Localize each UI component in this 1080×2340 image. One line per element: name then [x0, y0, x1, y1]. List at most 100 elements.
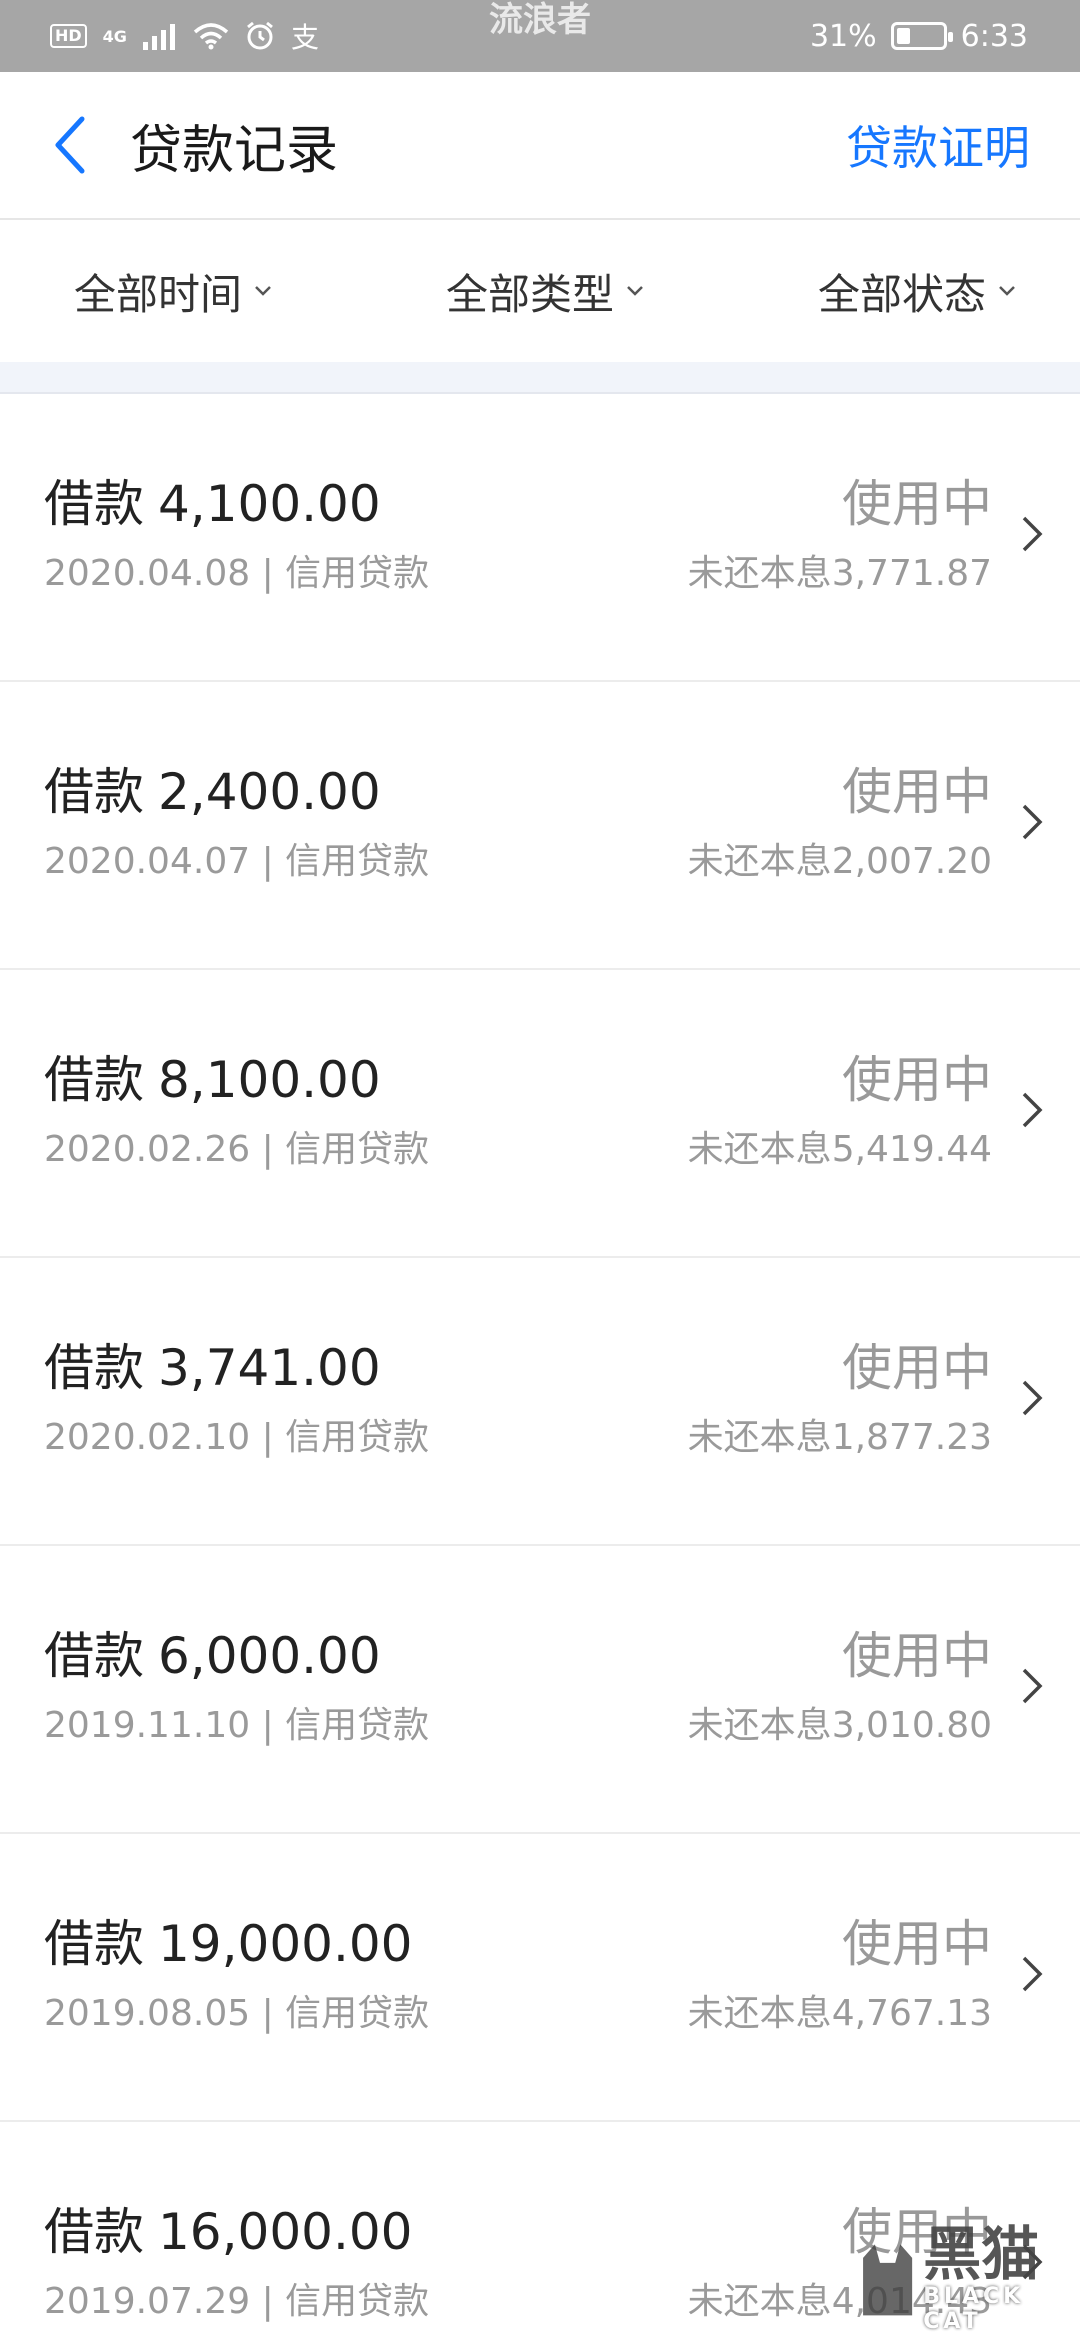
loan-meta: 2020.04.07 | 信用贷款: [44, 832, 429, 884]
chevron-right-icon: [1022, 1668, 1043, 1704]
loan-certificate-link[interactable]: 贷款证明: [846, 112, 1030, 178]
loan-remaining: 未还本息3,771.87: [688, 544, 992, 596]
chevron-right-icon: [1022, 1092, 1043, 1128]
loan-prefix: 借款: [44, 1915, 144, 1973]
battery-level: [896, 28, 911, 44]
signal-icon: [142, 24, 175, 50]
loan-title: 借款 2,400.00: [44, 752, 381, 824]
loan-amount: 16,000.00: [158, 2203, 413, 2261]
alipay-icon: 支: [290, 21, 319, 54]
loan-date: 2019.11.10: [44, 1705, 251, 1746]
loan-amount: 19,000.00: [158, 1915, 413, 1973]
loan-date: 2020.02.26: [44, 1129, 251, 1170]
loan-separator: |: [261, 2281, 274, 2322]
loan-prefix: 借款: [44, 1339, 144, 1397]
loan-type: 信用贷款: [285, 2281, 430, 2322]
nav-bar: 贷款记录 贷款证明: [0, 72, 1080, 220]
chevron-down-icon: [627, 286, 643, 296]
filter-type-label: 全部类型: [445, 269, 614, 319]
loan-prefix: 借款: [44, 1627, 144, 1685]
filter-time-label: 全部时间: [74, 269, 243, 319]
loan-remaining-value: 4,767.13: [831, 1993, 992, 2034]
loan-list: 借款 4,100.00 2020.04.08 | 信用贷款 使用中 未还本息3,7…: [0, 394, 1080, 2340]
loan-remaining-label: 未还本息: [687, 1705, 832, 1746]
status-left: HD 4G 支: [50, 16, 319, 56]
chevron-right-icon: [1022, 1380, 1043, 1416]
loan-remaining: 未还本息4,767.13: [688, 1984, 992, 2036]
loan-remaining: 未还本息5,419.44: [688, 1120, 992, 1172]
filter-status[interactable]: 全部状态: [818, 261, 1016, 322]
back-button[interactable]: [20, 71, 120, 219]
loan-remaining-label: 未还本息: [687, 2281, 832, 2322]
loan-row[interactable]: 借款 6,000.00 2019.11.10 | 信用贷款 使用中 未还本息3,0…: [0, 1546, 1080, 1834]
watermark-sub: BLACK CAT: [923, 2284, 1025, 2334]
loan-row[interactable]: 借款 8,100.00 2020.02.26 | 信用贷款 使用中 未还本息5,4…: [0, 970, 1080, 1258]
loan-separator: |: [261, 1417, 274, 1458]
loan-type: 信用贷款: [285, 553, 430, 594]
loan-remaining-value: 2,007.20: [831, 841, 992, 882]
watermark-logo: 黑猫 BLACK CAT: [858, 2224, 1068, 2334]
back-arrow-icon: [55, 116, 85, 174]
loan-remaining-value: 1,877.23: [831, 1417, 992, 1458]
loan-status: 使用中: [842, 1339, 992, 1397]
loan-amount: 3,741.00: [158, 1339, 381, 1397]
loan-type: 信用贷款: [285, 1705, 430, 1746]
loan-separator: |: [261, 841, 274, 882]
loan-separator: |: [261, 1129, 274, 1170]
chevron-right-icon: [1022, 804, 1043, 840]
loan-meta: 2019.08.05 | 信用贷款: [44, 1984, 429, 2036]
loan-remaining-label: 未还本息: [687, 1129, 832, 1170]
loan-title: 借款 8,100.00: [44, 1040, 381, 1112]
loan-status: 使用中: [842, 763, 992, 821]
loan-meta: 2020.02.26 | 信用贷款: [44, 1120, 429, 1172]
loan-title: 借款 4,100.00: [44, 464, 381, 536]
loan-status: 使用中: [842, 1051, 992, 1109]
battery-icon: [890, 22, 953, 50]
loan-amount: 6,000.00: [158, 1627, 381, 1685]
chevron-down-icon: [255, 286, 271, 296]
loan-remaining-label: 未还本息: [687, 553, 832, 594]
loan-status: 使用中: [842, 1915, 992, 1973]
loan-row[interactable]: 借款 4,100.00 2020.04.08 | 信用贷款 使用中 未还本息3,7…: [0, 394, 1080, 682]
loan-prefix: 借款: [44, 1051, 144, 1109]
loan-remaining: 未还本息2,007.20: [688, 832, 992, 884]
loan-amount: 4,100.00: [158, 475, 381, 533]
loan-prefix: 借款: [44, 2203, 144, 2261]
filter-bar: 全部时间 全部类型 全部状态: [0, 220, 1080, 362]
network-label: 4G: [102, 26, 127, 46]
loan-remaining-label: 未还本息: [687, 1993, 832, 2034]
loan-prefix: 借款: [44, 475, 144, 533]
filter-time[interactable]: 全部时间: [74, 261, 272, 322]
loan-remaining-label: 未还本息: [687, 841, 832, 882]
loan-date: 2020.02.10: [44, 1417, 251, 1458]
loan-remaining-value: 3,010.80: [831, 1705, 992, 1746]
filter-status-label: 全部状态: [817, 269, 986, 319]
wifi-icon: [193, 23, 229, 50]
loan-meta: 2020.02.10 | 信用贷款: [44, 1408, 429, 1460]
loan-meta: 2020.04.08 | 信用贷款: [44, 544, 429, 596]
loan-type: 信用贷款: [285, 1417, 430, 1458]
loan-title: 借款 19,000.00: [44, 1904, 412, 1976]
hd-badge: HD: [50, 24, 87, 48]
loan-title: 借款 6,000.00: [44, 1616, 381, 1688]
loan-row[interactable]: 借款 3,741.00 2020.02.10 | 信用贷款 使用中 未还本息1,8…: [0, 1258, 1080, 1546]
loan-type: 信用贷款: [285, 1993, 430, 2034]
loan-type: 信用贷款: [285, 1129, 430, 1170]
loan-row[interactable]: 借款 19,000.00 2019.08.05 | 信用贷款 使用中 未还本息4,…: [0, 1834, 1080, 2122]
loan-meta: 2019.11.10 | 信用贷款: [44, 1696, 429, 1748]
watermark-text: 黑猫: [923, 2220, 1040, 2288]
section-divider: [0, 362, 1080, 394]
loan-prefix: 借款: [44, 763, 144, 821]
loan-type: 信用贷款: [285, 841, 430, 882]
loan-remaining: 未还本息3,010.80: [688, 1696, 992, 1748]
chevron-down-icon: [999, 286, 1015, 296]
status-right: 31% 6:33: [810, 19, 1028, 54]
page-title: 贷款记录: [130, 120, 339, 181]
loan-row[interactable]: 借款 2,400.00 2020.04.07 | 信用贷款 使用中 未还本息2,0…: [0, 682, 1080, 970]
status-bar: HD 4G 支 流浪者 31% 6:33: [0, 0, 1080, 72]
loan-remaining-value: 3,771.87: [831, 553, 992, 594]
filter-type[interactable]: 全部类型: [446, 261, 644, 322]
loan-meta: 2019.07.29 | 信用贷款: [44, 2272, 429, 2324]
loan-separator: |: [261, 553, 274, 594]
chevron-right-icon: [1022, 1956, 1043, 1992]
